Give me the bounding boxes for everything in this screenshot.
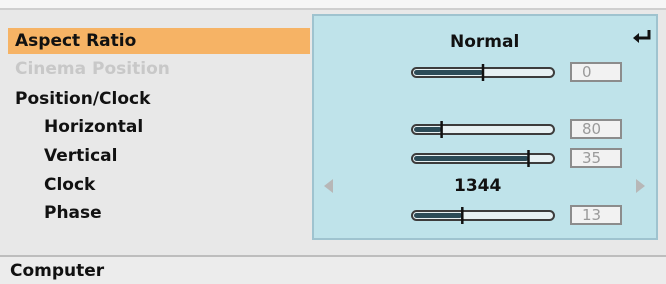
vertical-value: 35 — [570, 148, 622, 168]
aspect-ratio-value[interactable]: Normal — [450, 32, 519, 52]
menu-item-aspect-ratio[interactable]: Aspect Ratio — [8, 28, 310, 54]
cinema-position-slider — [411, 64, 555, 81]
cinema-position-fill — [414, 70, 483, 75]
osd-menu: Aspect Ratio Cinema Position Position/Cl… — [0, 0, 666, 284]
phase-value: 13 — [570, 205, 622, 225]
menu-item-vertical[interactable]: Vertical — [44, 143, 304, 169]
top-divider — [0, 0, 666, 10]
clock-value[interactable]: 1344 — [454, 176, 501, 196]
menu-item-horizontal[interactable]: Horizontal — [44, 114, 304, 140]
left-arrow-icon[interactable] — [324, 179, 333, 193]
source-label: Computer — [10, 261, 105, 281]
menu-item-phase[interactable]: Phase — [44, 200, 304, 226]
menu-item-cinema-position: Cinema Position — [15, 59, 170, 79]
phase-slider[interactable] — [410, 203, 556, 227]
horizontal-slider[interactable] — [410, 117, 556, 141]
enter-arrow-icon — [633, 30, 651, 43]
vertical-fill — [414, 156, 529, 161]
cinema-position-value: 0 — [570, 62, 622, 82]
settings-panel: Normal 0 80 35 1344 13 — [312, 14, 658, 240]
horizontal-fill — [414, 127, 442, 132]
menu-item-position-clock[interactable]: Position/Clock — [8, 86, 310, 112]
phase-fill — [414, 213, 463, 218]
right-arrow-icon[interactable] — [636, 179, 645, 193]
menu-item-clock[interactable]: Clock — [44, 172, 304, 198]
horizontal-value: 80 — [570, 119, 622, 139]
vertical-slider[interactable] — [410, 146, 556, 170]
status-bar: Computer — [0, 255, 666, 284]
